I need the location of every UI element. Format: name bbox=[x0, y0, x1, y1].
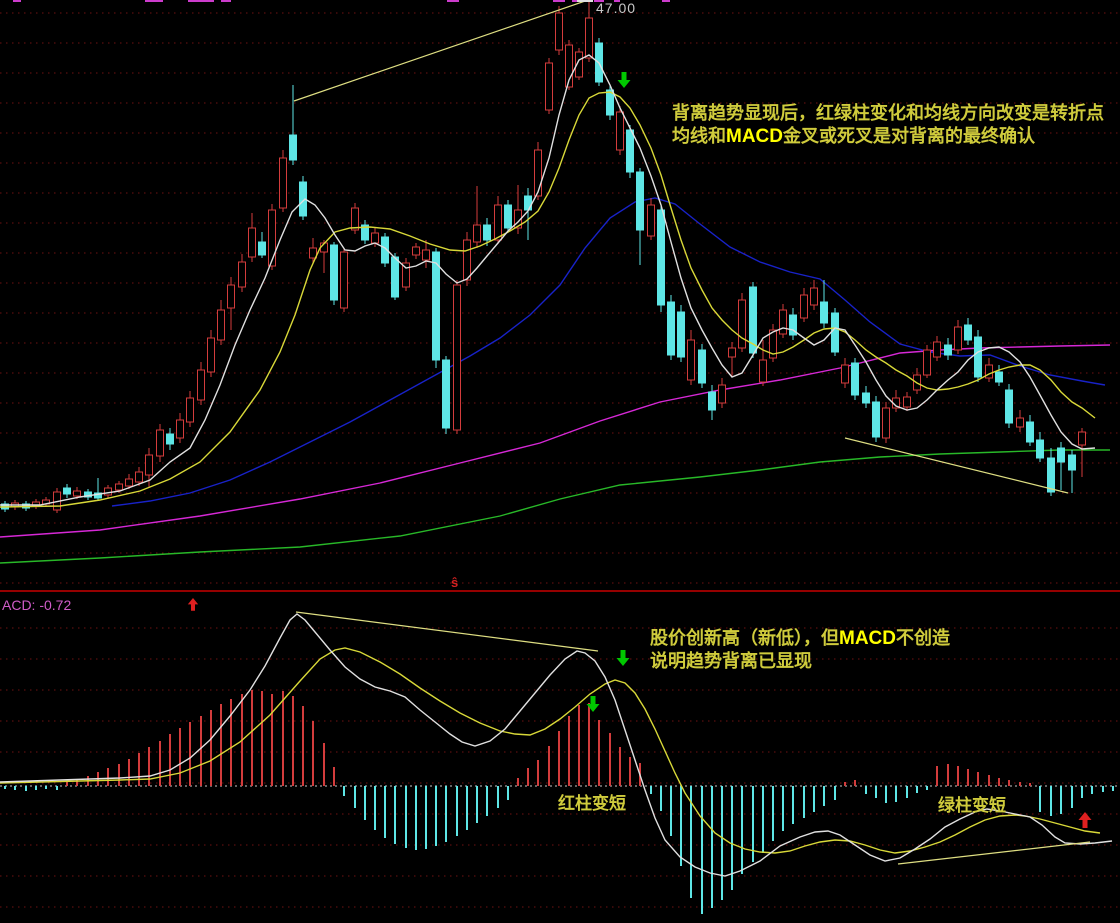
macd-highlight-top: MACD bbox=[726, 126, 783, 147]
annotation-top-line1-text: 背离趋势显现后，红绿柱变化和均线方向改变是转折点 bbox=[672, 103, 1104, 123]
separator-marker-glyph: ŝ bbox=[451, 576, 458, 589]
annotation-macd-line1: 股价创新高（新低），但MACD不创造 bbox=[650, 629, 950, 652]
annotation-top-line2-suffix: 金叉或死叉是对背离的最终确认 bbox=[783, 126, 1035, 146]
macd-value-readout: ACD: -0.72 bbox=[2, 598, 71, 612]
red-bars-shorter-label: 红柱变短 bbox=[558, 795, 626, 812]
annotation-top-line2: 均线和MACD金叉或死叉是对背离的最终确认 bbox=[672, 127, 1104, 150]
trading-app-chart-window: 47.00 背离趋势显现后，红绿柱变化和均线方向改变是转折点 均线和MACD金叉… bbox=[0, 0, 1120, 923]
annotation-divergence-note: 背离趋势显现后，红绿柱变化和均线方向改变是转折点 均线和MACD金叉或死叉是对背… bbox=[672, 104, 1104, 150]
macd-value-text: ACD: -0.72 bbox=[2, 597, 71, 613]
green-bars-shorter-label: 绿柱变短 bbox=[938, 797, 1006, 814]
annotation-top-line1: 背离趋势显现后，红绿柱变化和均线方向改变是转折点 bbox=[672, 104, 1104, 127]
macd-highlight-bottom: MACD bbox=[839, 628, 896, 649]
annotation-macd-line2: 说明趋势背离已显现 bbox=[650, 652, 950, 675]
annotation-macd-note: 股价创新高（新低），但MACD不创造 说明趋势背离已显现 bbox=[650, 629, 950, 675]
annotation-top-line2-prefix: 均线和 bbox=[672, 126, 726, 146]
annotation-macd-line1-prefix: 股价创新高（新低），但 bbox=[650, 628, 839, 648]
annotation-macd-line2-text: 说明趋势背离已显现 bbox=[650, 651, 812, 671]
price-high-label: 47.00 bbox=[596, 1, 636, 15]
annotation-macd-line1-suffix: 不创造 bbox=[896, 628, 950, 648]
